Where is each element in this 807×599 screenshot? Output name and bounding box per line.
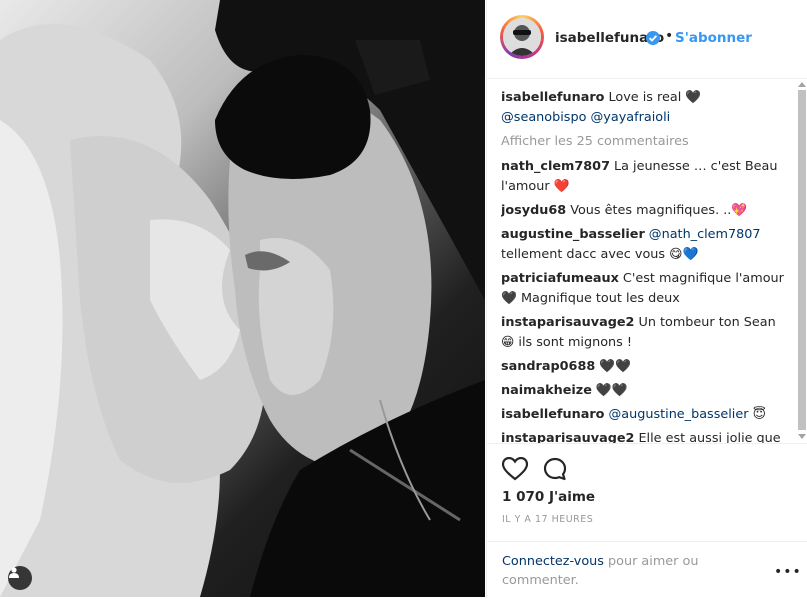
comment-text: 😇 [748, 407, 766, 422]
comment-icon[interactable] [543, 457, 567, 481]
post-actions: 1 070 J'aime IL Y A 17 HEURES Connectez-… [487, 443, 807, 598]
comment-item: instaparisauvage2 Un tombeur ton Sean 😁 i… [501, 313, 793, 353]
comment-mention[interactable]: @nath_clem7807 [649, 227, 761, 242]
comment-text: 🖤🖤 [595, 383, 628, 398]
scroll-down-arrow-icon[interactable] [798, 434, 806, 439]
comment-item: josydu68 Vous êtes magnifiques. ..💖 [501, 201, 793, 221]
user-tag-icon[interactable] [8, 566, 32, 590]
instagram-post-view: isabellefunaro • S'abonner isabellefunar… [0, 0, 807, 597]
comment-username[interactable]: instaparisauvage2 [501, 315, 634, 330]
comment-mention[interactable]: @augustine_basselier [608, 407, 748, 422]
comments-scrollbar[interactable] [797, 80, 807, 442]
comment-username[interactable]: augustine_basselier [501, 227, 645, 242]
load-more-comments-button[interactable]: Afficher les 25 commentaires [501, 134, 793, 149]
post-header: isabellefunaro • S'abonner [487, 0, 807, 79]
comment-item: augustine_basselier @nath_clem7807 tellem… [501, 225, 793, 265]
comment-item: instaparisauvage2 Elle est aussi jolie qu… [501, 429, 793, 443]
comment-text: tellement dacc avec vous 😋💙 [501, 247, 699, 262]
comment-text: 🖤🖤 [599, 359, 632, 374]
caption-mentions[interactable]: @seanobispo @yayafraioli [501, 110, 670, 125]
login-prompt: Connectez-vous pour aimer ou commenter. [502, 552, 732, 590]
comment-item: nath_clem7807 La jeunesse … c'est Beau l'… [501, 157, 793, 197]
separator-dot: • [665, 28, 674, 44]
caption-username[interactable]: isabellefunaro [501, 90, 604, 105]
comment-username[interactable]: patriciafumeaux [501, 271, 619, 286]
caption: isabellefunaro Love is real 🖤 @seanobispo… [501, 88, 793, 128]
comment-username[interactable]: isabellefunaro [501, 407, 604, 422]
add-comment-section: Connectez-vous pour aimer ou commenter. … [487, 541, 807, 599]
comment-username[interactable]: nath_clem7807 [501, 159, 610, 174]
post-photo[interactable] [0, 0, 485, 597]
post-timestamp[interactable]: IL Y A 17 HEURES [502, 514, 593, 525]
login-link[interactable]: Connectez-vous [502, 554, 604, 569]
post-side-panel: isabellefunaro • S'abonner isabellefunar… [486, 0, 807, 597]
comment-username[interactable]: josydu68 [501, 203, 566, 218]
comment-username[interactable]: naimakheize [501, 383, 592, 398]
scrollbar-thumb[interactable] [798, 90, 806, 430]
comment-item: isabellefunaro @augustine_basselier 😇 [501, 405, 793, 425]
comment-item: naimakheize 🖤🖤 [501, 381, 793, 401]
comment-username[interactable]: sandrap0688 [501, 359, 595, 374]
author-avatar[interactable] [500, 15, 544, 59]
more-options-icon[interactable]: ••• [774, 564, 802, 580]
comment-item: patriciafumeaux C'est magnifique l'amour … [501, 269, 793, 309]
comments-list: isabellefunaro Love is real 🖤 @seanobispo… [501, 88, 793, 443]
likes-count[interactable]: 1 070 J'aime [502, 489, 595, 505]
comment-item: sandrap0688 🖤🖤 [501, 357, 793, 377]
comment-username[interactable]: instaparisauvage2 [501, 431, 634, 443]
verified-badge-icon [646, 31, 660, 45]
scroll-up-arrow-icon[interactable] [798, 82, 806, 87]
heart-icon[interactable] [502, 457, 528, 481]
photo-illustration [0, 0, 485, 597]
comment-text: Vous êtes magnifiques. ..💖 [570, 203, 748, 218]
follow-button[interactable]: S'abonner [675, 30, 752, 46]
caption-text: Love is real 🖤 [608, 90, 702, 105]
